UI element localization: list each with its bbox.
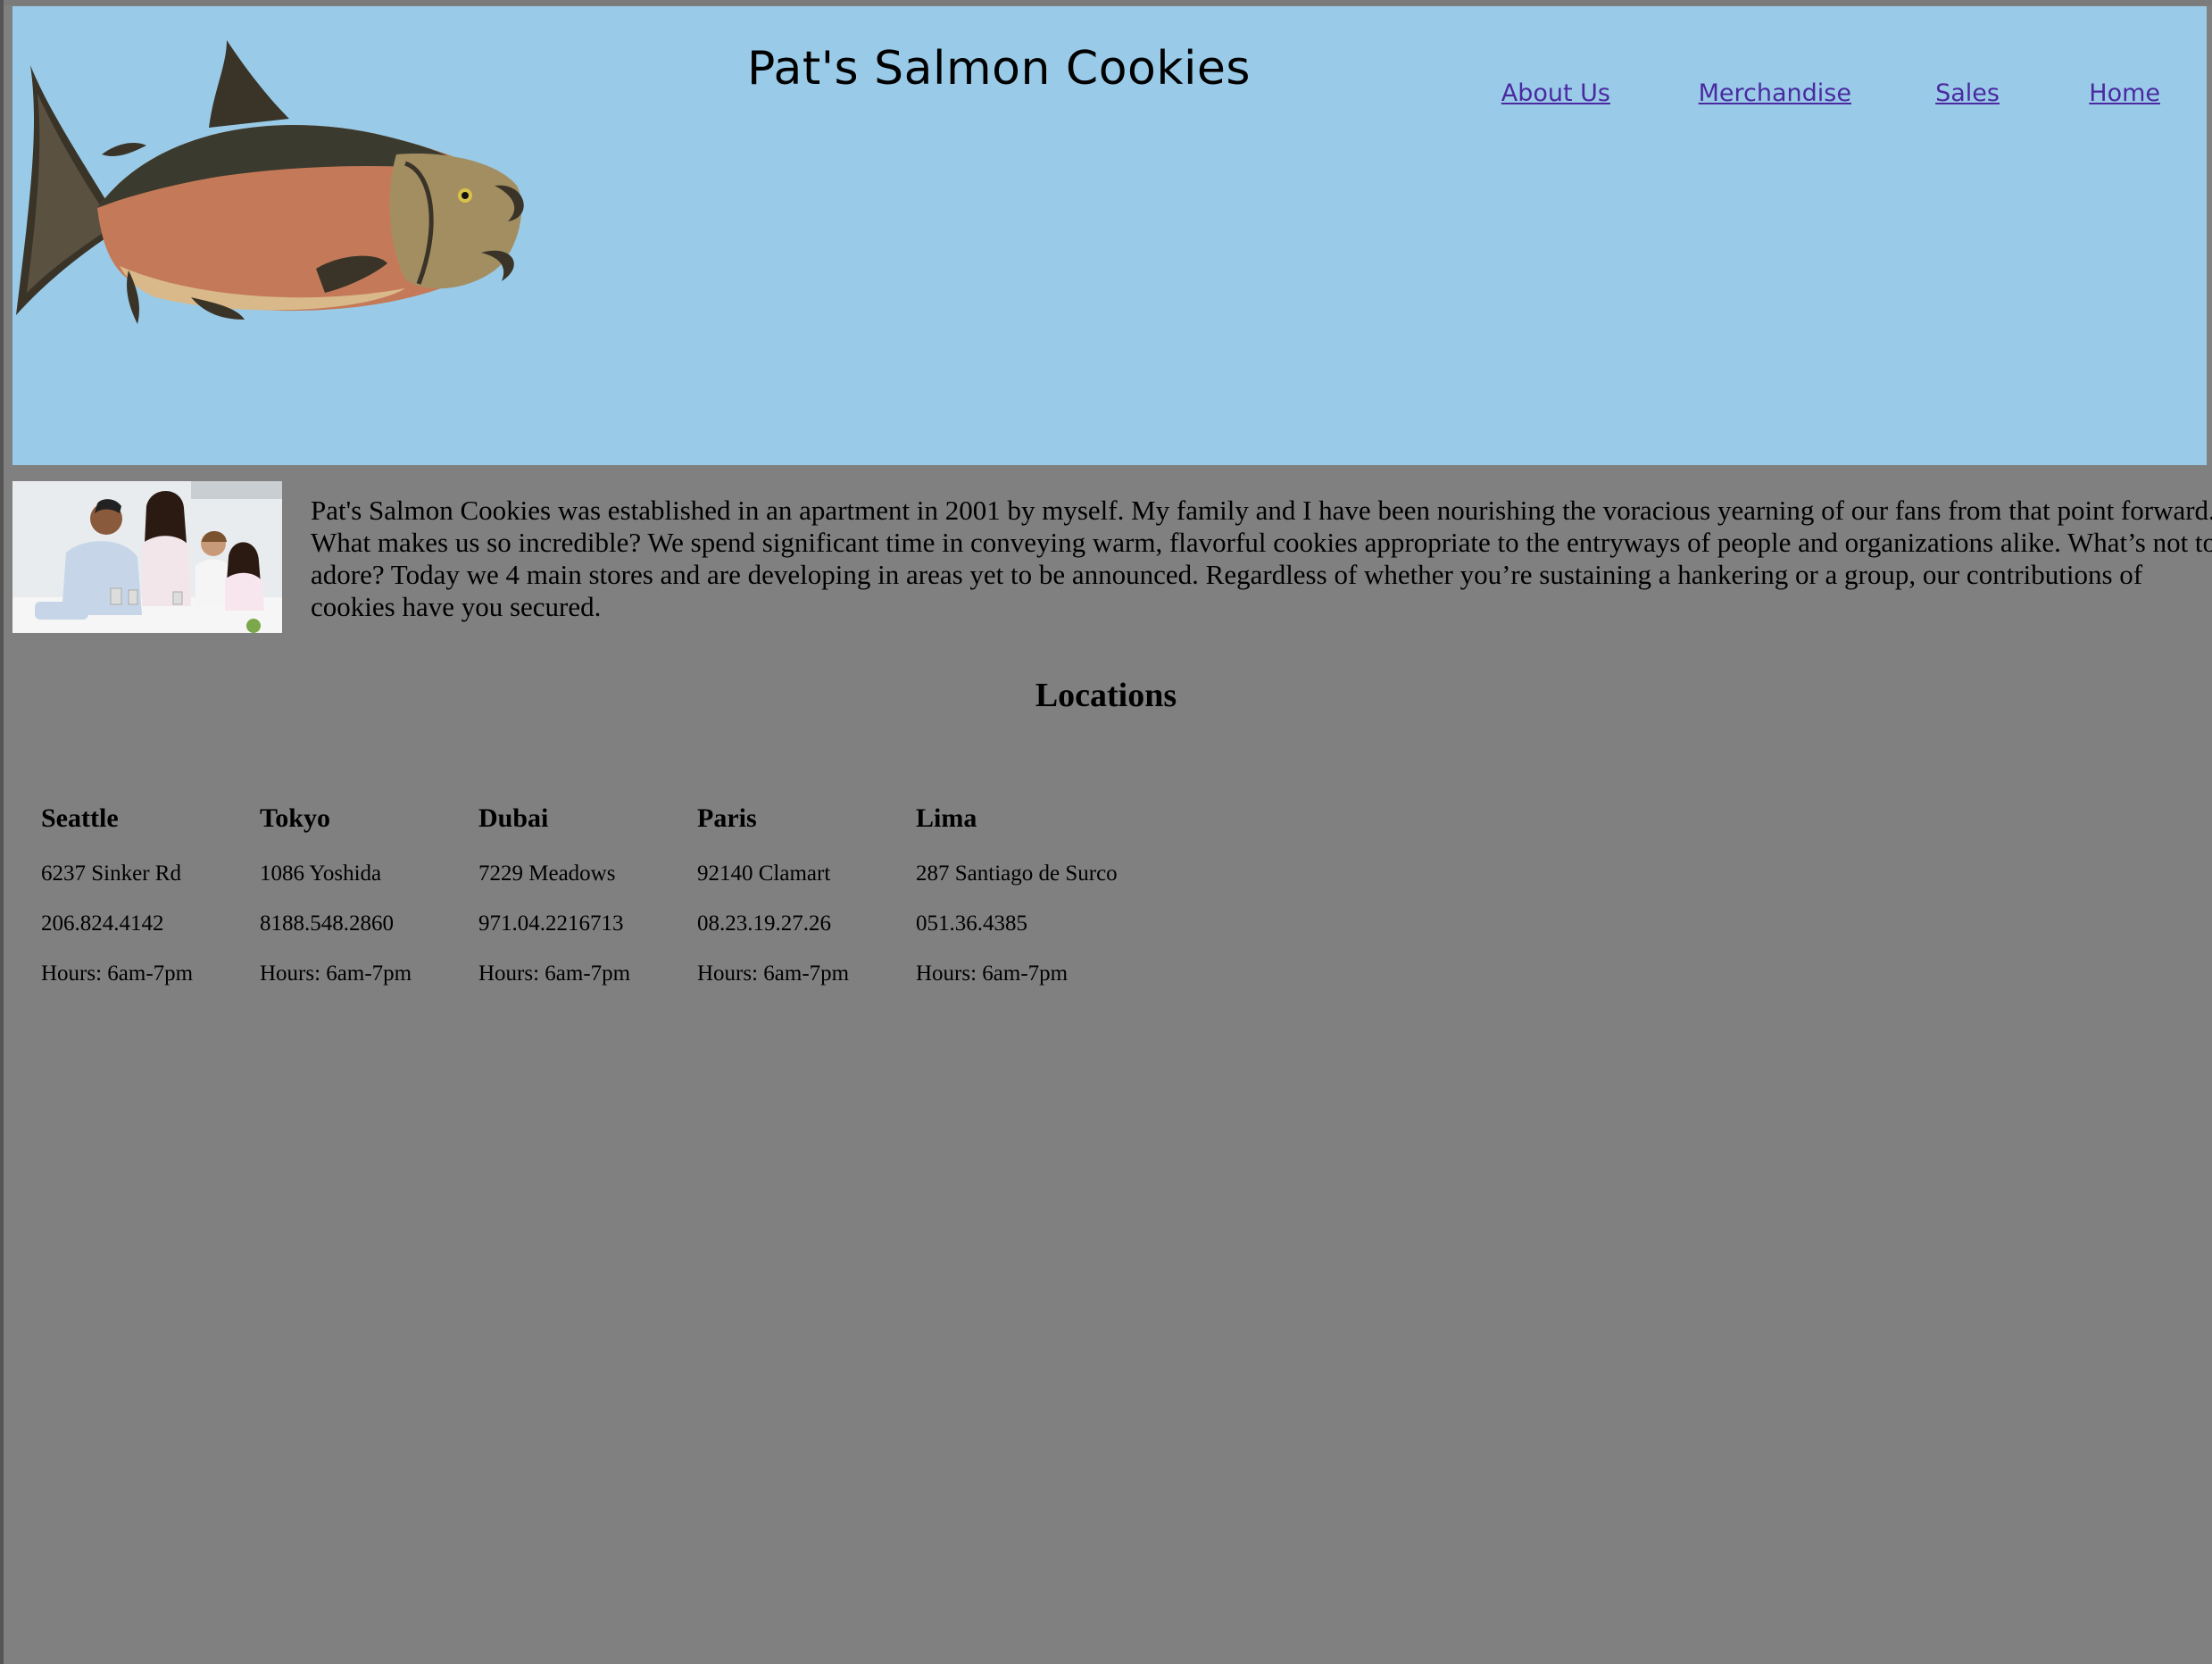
store-seattle: Seattle 6237 Sinker Rd 206.824.4142 Hour…	[41, 799, 255, 986]
store-dubai: Dubai 7229 Meadows 971.04.2216713 Hours:…	[478, 799, 693, 986]
about-section: Pat's Salmon Cookies was established in …	[12, 481, 2212, 633]
store-tokyo: Tokyo 1086 Yoshida 8188.548.2860 Hours: …	[260, 799, 474, 986]
nav-home-link[interactable]: Home	[2089, 79, 2160, 107]
store-lima: Lima 287 Santiago de Surco 051.36.4385 H…	[916, 799, 1130, 986]
nav-sales-link[interactable]: Sales	[1935, 79, 2000, 107]
store-address: 7229 Meadows	[478, 861, 616, 886]
store-address: 1086 Yoshida	[260, 861, 382, 886]
store-address: 287 Santiago de Surco	[916, 861, 1118, 886]
store-address: 6237 Sinker Rd	[41, 861, 181, 886]
store-phone: 051.36.4385	[916, 911, 1027, 936]
nav-about-us-link[interactable]: About Us	[1501, 79, 1610, 107]
store-city: Dubai	[478, 803, 549, 833]
store-hours: Hours: 6am-7pm	[478, 961, 631, 986]
store-city: Lima	[916, 803, 977, 833]
store-hours: Hours: 6am-7pm	[41, 961, 194, 986]
store-hours: Hours: 6am-7pm	[916, 961, 1069, 986]
site-header: Pat's Salmon Cookies About Us Merchandis…	[12, 6, 2207, 465]
store-phone: 206.824.4142	[41, 911, 164, 936]
store-city: Paris	[697, 803, 757, 833]
store-paris: Paris 92140 Clamart 08.23.19.27.26 Hours…	[697, 799, 911, 986]
store-phone: 971.04.2216713	[478, 911, 624, 936]
store-city: Tokyo	[260, 803, 330, 833]
about-paragraph: Pat's Salmon Cookies was established in …	[311, 495, 2212, 622]
store-city: Seattle	[41, 803, 119, 833]
window-frame-top	[0, 0, 2212, 5]
locations-heading: Locations	[1035, 677, 1177, 714]
family-photo	[12, 481, 282, 633]
store-address: 92140 Clamart	[697, 861, 831, 886]
nav-merchandise-link[interactable]: Merchandise	[1699, 79, 1851, 107]
window-frame-left	[0, 0, 4, 1664]
store-phone: 08.23.19.27.26	[697, 911, 831, 936]
store-hours: Hours: 6am-7pm	[260, 961, 412, 986]
store-phone: 8188.548.2860	[260, 911, 394, 936]
store-hours: Hours: 6am-7pm	[697, 961, 850, 986]
site-title: Pat's Salmon Cookies	[746, 42, 1252, 96]
